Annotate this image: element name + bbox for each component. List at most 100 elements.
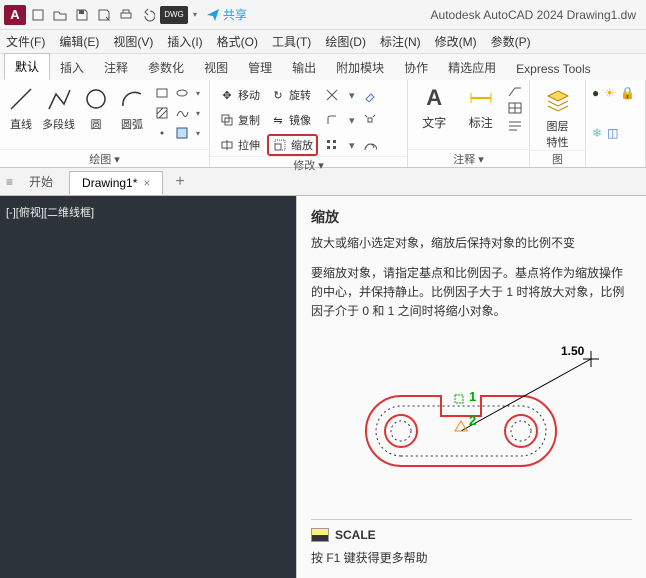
copy-label: 复制	[238, 112, 260, 128]
share-button[interactable]: 共享	[206, 6, 247, 23]
window-title: Autodesk AutoCAD 2024 Drawing1.dw	[431, 8, 636, 22]
mtext-icon[interactable]	[507, 118, 523, 132]
menu-format[interactable]: 格式(O)	[217, 33, 258, 50]
ribbon-tab-featured[interactable]: 精选应用	[438, 55, 506, 80]
move-button[interactable]: ✥移动	[216, 86, 263, 104]
freeze-icon[interactable]: ❄	[592, 126, 602, 140]
panel-draw-title[interactable]: 绘图 ▾	[0, 149, 209, 167]
tab-drawing[interactable]: Drawing1* ×	[69, 171, 163, 195]
text-button[interactable]: A 文字	[414, 84, 455, 131]
arc-button[interactable]: 圆弧	[117, 84, 147, 132]
ribbon-tab-collab[interactable]: 协作	[394, 55, 438, 80]
spline-icon[interactable]	[173, 104, 191, 122]
qat-print-icon[interactable]	[116, 5, 136, 25]
tab-new-button[interactable]: +	[167, 173, 192, 191]
layer-props-button[interactable]: 图层 特性	[540, 86, 576, 150]
rotate-label: 旋转	[289, 87, 311, 103]
fillet-icon[interactable]	[322, 112, 342, 128]
scale-value: 1.50	[561, 344, 585, 358]
polyline-button[interactable]: 多段线	[42, 84, 75, 132]
tooltip-line-2: 要缩放对象，请指定基点和比例因子。基点将作为缩放操作的中心，并保持静止。比例因子…	[311, 264, 632, 322]
ribbon-tab-output[interactable]: 输出	[282, 55, 326, 80]
stretch-label: 拉伸	[238, 137, 260, 153]
ribbon-tab-annotate[interactable]: 注释	[94, 55, 138, 80]
qat-undo-icon[interactable]	[138, 5, 158, 25]
copy-button[interactable]: 复制	[216, 111, 263, 129]
circle-button[interactable]: 圆	[81, 84, 111, 132]
qat-open-icon[interactable]	[50, 5, 70, 25]
stretch-icon	[219, 137, 235, 153]
scale-button[interactable]: 缩放	[267, 134, 318, 156]
table-icon[interactable]	[507, 101, 523, 115]
sun-off-icon[interactable]: ☀	[604, 86, 615, 100]
sun-on-icon[interactable]: ●	[592, 86, 599, 100]
explode-icon[interactable]	[360, 112, 380, 128]
draw-dd2-icon[interactable]: ▾	[193, 104, 203, 122]
layer-icon	[543, 86, 573, 116]
trim-icon[interactable]	[322, 87, 342, 103]
menu-dim[interactable]: 标注(N)	[380, 33, 421, 50]
ribbon-tab-param[interactable]: 参数化	[138, 55, 194, 80]
layer-label: 图层 特性	[547, 118, 569, 150]
menu-param[interactable]: 参数(P)	[491, 33, 531, 50]
panel-anno-title[interactable]: 注释 ▾	[408, 149, 529, 167]
ribbon-tab-express[interactable]: Express Tools	[506, 58, 600, 80]
tooltip-heading: 缩放	[311, 206, 632, 228]
region-icon[interactable]	[173, 124, 191, 142]
draw-dd3-icon[interactable]: ▾	[193, 124, 203, 142]
view-label[interactable]: [-][俯视][二维线框]	[6, 207, 94, 219]
file-tabs-menu-icon[interactable]: ≡	[6, 175, 13, 189]
line-button[interactable]: 直线	[6, 84, 36, 132]
tab-close-icon[interactable]: ×	[143, 176, 150, 190]
arc-icon	[117, 84, 147, 114]
qat-dropdown-icon[interactable]: ▾	[190, 5, 200, 25]
fillet-dd[interactable]: ▾	[346, 113, 356, 128]
leader-icon[interactable]	[507, 84, 523, 98]
rect-icon[interactable]	[153, 84, 171, 102]
copy-icon	[219, 112, 235, 128]
tooltip-command: SCALE	[311, 526, 632, 545]
point-icon[interactable]	[153, 124, 171, 142]
trim-dd[interactable]: ▾	[346, 88, 356, 103]
menu-insert[interactable]: 插入(I)	[167, 33, 202, 50]
ribbon-tab-addins[interactable]: 附加模块	[326, 55, 394, 80]
tab-start[interactable]: 开始	[17, 169, 65, 194]
ribbon-tab-insert[interactable]: 插入	[50, 55, 94, 80]
menu-edit[interactable]: 编辑(E)	[59, 33, 99, 50]
dim-button[interactable]: 标注	[461, 84, 502, 131]
move-label: 移动	[238, 87, 260, 103]
hatch-icon[interactable]	[153, 104, 171, 122]
ribbon-tab-view[interactable]: 视图	[194, 55, 238, 80]
rotate-button[interactable]: ↻旋转	[267, 86, 318, 104]
menu-view[interactable]: 视图(V)	[113, 33, 153, 50]
panel-modify: ✥移动 ↻旋转 ▾ 复制 ⇋镜像 ▾ 拉伸 缩放 ▾ 修改 ▾	[210, 80, 408, 167]
menu-modify[interactable]: 修改(M)	[435, 33, 477, 50]
tooltip-help: 按 F1 键获得更多帮助	[311, 549, 632, 568]
menu-draw[interactable]: 绘图(D)	[325, 33, 366, 50]
qat-save-icon[interactable]	[72, 5, 92, 25]
tab-drawing-label: Drawing1*	[82, 176, 137, 190]
match-icon[interactable]: ◫	[607, 126, 618, 140]
panel-layer-title: 图	[530, 150, 585, 167]
menu-bar: 文件(F) 编辑(E) 视图(V) 插入(I) 格式(O) 工具(T) 绘图(D…	[0, 30, 646, 54]
erase-icon[interactable]	[360, 87, 380, 103]
dwg-icon[interactable]: DWG	[160, 6, 188, 24]
model-space[interactable]: [-][俯视][二维线框]	[0, 196, 296, 578]
offset-icon[interactable]	[360, 137, 380, 153]
lock-icon[interactable]: 🔒	[620, 86, 635, 100]
tooltip-line-1: 放大或缩小选定对象，缩放后保持对象的比例不变	[311, 234, 632, 253]
ribbon-tab-manage[interactable]: 管理	[238, 55, 282, 80]
array-dd[interactable]: ▾	[346, 138, 356, 153]
qat-new-icon[interactable]	[28, 5, 48, 25]
menu-tools[interactable]: 工具(T)	[272, 33, 311, 50]
draw-dd-icon[interactable]: ▾	[193, 84, 203, 102]
stretch-button[interactable]: 拉伸	[216, 136, 263, 154]
ellipse-icon[interactable]	[173, 84, 191, 102]
mirror-button[interactable]: ⇋镜像	[267, 111, 318, 129]
qat-saveas-icon[interactable]	[94, 5, 114, 25]
panel-modify-title[interactable]: 修改 ▾	[210, 156, 407, 173]
array-icon[interactable]	[322, 137, 342, 153]
ribbon-tab-default[interactable]: 默认	[4, 53, 50, 80]
mirror-label: 镜像	[289, 112, 311, 128]
menu-file[interactable]: 文件(F)	[6, 33, 45, 50]
